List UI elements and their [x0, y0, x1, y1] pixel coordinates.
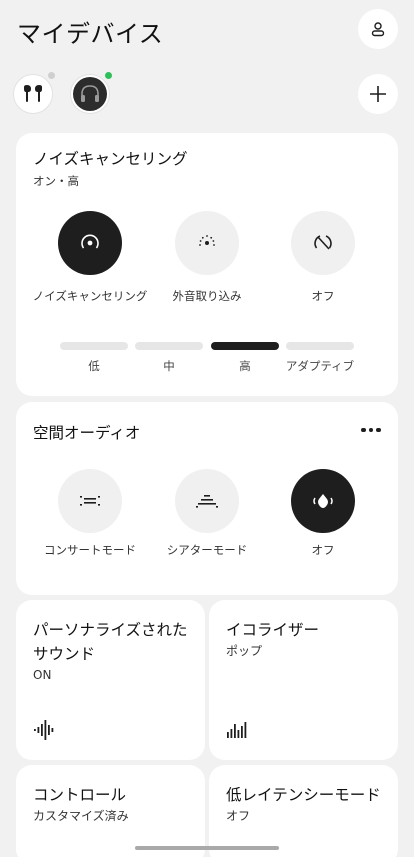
- equalizer-icon: [227, 722, 247, 738]
- anc-level-label: アダプティブ: [285, 359, 355, 373]
- theater-icon: [196, 495, 218, 508]
- tile-value: カスタマイズ済み: [33, 809, 129, 823]
- anc-mode-off[interactable]: [291, 211, 355, 275]
- tile-title: 低レイテンシーモード: [226, 786, 381, 804]
- personalized-sound-tile[interactable]: パーソナライズされたサウンド ON: [16, 600, 205, 760]
- equalizer-tile[interactable]: イコライザー ポップ: [209, 600, 398, 760]
- more-icon-dot: [376, 427, 381, 433]
- plus-icon: [370, 86, 386, 102]
- tile-title: イコライザー: [226, 621, 320, 639]
- spatial-title: 空間オーディオ: [33, 424, 141, 442]
- anc-mode-noise-cancel[interactable]: [58, 211, 122, 275]
- noise-cancel-icon: [81, 234, 99, 249]
- page-title: マイデバイス: [17, 20, 164, 48]
- account-button[interactable]: [358, 9, 398, 49]
- anc-card: ノイズキャンセリング オン・高 ノイズキャンセリング 外音取り込み オフ 低 中…: [16, 133, 398, 396]
- spatial-mode-off[interactable]: [291, 469, 355, 533]
- home-indicator[interactable]: [135, 846, 279, 850]
- device-status-dot: [48, 72, 55, 79]
- spatial-mode-label: シアターモード: [166, 543, 248, 557]
- anc-status: オン・高: [33, 174, 79, 188]
- anc-mode-label: ノイズキャンセリング: [32, 289, 148, 303]
- control-tile[interactable]: コントロール カスタマイズ済み: [16, 765, 205, 857]
- more-button[interactable]: [356, 418, 386, 442]
- anc-level-high[interactable]: [211, 342, 279, 350]
- person-icon: [371, 22, 385, 37]
- tile-title: コントロール: [33, 786, 127, 804]
- anc-mode-transparency[interactable]: [175, 211, 239, 275]
- anc-title: ノイズキャンセリング: [33, 150, 188, 168]
- spatial-off-icon: [313, 494, 333, 508]
- anc-level-adaptive[interactable]: [286, 342, 354, 350]
- more-icon-dot: [361, 427, 366, 433]
- concert-icon: [80, 496, 100, 506]
- device-headphones-inner: [73, 77, 107, 111]
- off-icon: [314, 235, 332, 250]
- anc-level-label: 中: [163, 359, 175, 373]
- add-device-button[interactable]: [358, 74, 398, 114]
- personal-sound-icon: [34, 720, 54, 740]
- headphones-icon: [81, 85, 99, 102]
- tile-value: ON: [33, 668, 52, 682]
- spatial-mode-label: オフ: [311, 543, 335, 557]
- spatial-mode-theater[interactable]: [175, 469, 239, 533]
- device-headphones[interactable]: [70, 74, 110, 114]
- spatial-audio-card: 空間オーディオ コンサートモード シアターモード オフ: [16, 402, 398, 595]
- spatial-mode-label: コンサートモード: [44, 543, 136, 557]
- low-latency-tile[interactable]: 低レイテンシーモード オフ: [209, 765, 398, 857]
- anc-mode-label: 外音取り込み: [172, 289, 242, 303]
- transparency-icon: [199, 235, 215, 246]
- anc-level-label: 高: [239, 359, 251, 373]
- anc-mode-label: オフ: [311, 289, 335, 303]
- tile-title: パーソナライズされたサウンド: [33, 621, 188, 663]
- device-status-dot: [105, 72, 112, 79]
- spatial-mode-concert[interactable]: [58, 469, 122, 533]
- more-icon-dot: [368, 427, 374, 433]
- device-earbuds[interactable]: [13, 74, 53, 114]
- device-switcher: [0, 70, 414, 120]
- anc-level-mid[interactable]: [135, 342, 203, 350]
- tile-value: ポップ: [226, 644, 263, 658]
- anc-level-label: 低: [88, 359, 100, 373]
- anc-level-low[interactable]: [60, 342, 128, 350]
- earbuds-icon: [24, 85, 42, 102]
- tile-value: オフ: [226, 809, 251, 823]
- header: マイデバイス: [0, 0, 414, 64]
